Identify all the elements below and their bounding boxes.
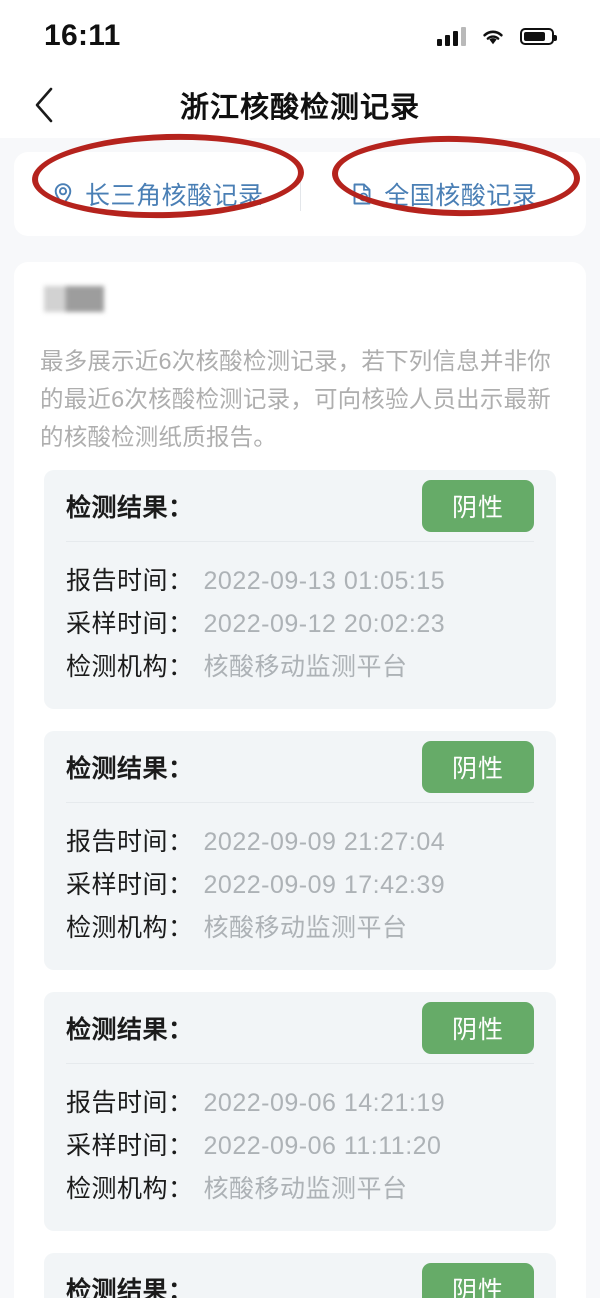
tab-label: 全国核酸记录 [384, 182, 538, 210]
notice-text: 最多展示近6次核酸检测记录，若下列信息并非你的最近6次核酸检测记录，可向核验人员… [40, 348, 551, 450]
sample-time-row: 采样时间： 2022-09-06 11:11:20 [66, 1125, 534, 1168]
nav-bar: 浙江核酸检测记录 [0, 72, 600, 138]
report-time-label: 报告时间： [66, 828, 194, 856]
institution-value: 核酸移动监测平台 [203, 914, 408, 942]
institution-label: 检测机构： [66, 1175, 194, 1203]
institution-label: 检测机构： [66, 653, 194, 681]
record-card[interactable]: 检测结果： 阴性 报告时间： 2022-09-06 14:21:19 采样时间：… [44, 992, 556, 1231]
institution-value: 核酸移动监测平台 [203, 653, 408, 681]
sample-time-label: 采样时间： [66, 1132, 194, 1160]
institution-row: 检测机构： 核酸移动监测平台 [66, 1168, 534, 1211]
result-label: 检测结果： [66, 1276, 194, 1298]
record-card[interactable]: 检测结果： 阴性 报告时间： 2022-09-09 21:27:04 采样时间：… [44, 731, 556, 970]
report-time-value: 2022-09-09 21:27:04 [203, 828, 446, 856]
document-search-icon [353, 183, 371, 205]
record-body: 报告时间： 2022-09-06 14:21:19 采样时间： 2022-09-… [66, 1064, 534, 1231]
record-card[interactable]: 检测结果： 阴性 报告时间： 2022-09-04 13:00:26 [44, 1253, 556, 1298]
report-time-label: 报告时间： [66, 567, 194, 595]
record-header: 检测结果： 阴性 [66, 992, 534, 1064]
record-body: 报告时间： 2022-09-09 21:27:04 采样时间： 2022-09-… [66, 803, 534, 970]
result-label: 检测结果： [66, 754, 194, 783]
status-badge: 阴性 [421, 1001, 534, 1054]
wifi-icon [480, 26, 506, 46]
status-badge: 阴性 [421, 1262, 534, 1298]
result-label: 检测结果： [66, 1015, 194, 1044]
page-title: 浙江核酸检测记录 [179, 92, 420, 124]
record-header: 检测结果： 阴性 [66, 470, 534, 542]
phone-screen: 16:11 浙江核酸检测记录 长三角核酸记录 全国核酸记录 最多展示近6次核酸检… [0, 0, 600, 1298]
institution-row: 检测机构： 核酸移动监测平台 [66, 907, 534, 950]
chevron-left-icon [35, 87, 53, 123]
record-header: 检测结果： 阴性 [66, 731, 534, 803]
report-time-row: 报告时间： 2022-09-09 21:27:04 [66, 821, 534, 864]
report-time-row: 报告时间： 2022-09-13 01:05:15 [66, 560, 534, 603]
sample-time-label: 采样时间： [66, 871, 194, 899]
report-time-value: 2022-09-06 14:21:19 [203, 1089, 446, 1117]
result-label: 检测结果： [66, 493, 194, 522]
sample-time-value: 2022-09-06 11:11:20 [203, 1132, 442, 1160]
sample-time-value: 2022-09-12 20:02:23 [203, 610, 446, 638]
sample-time-row: 采样时间： 2022-09-09 17:42:39 [66, 864, 534, 907]
location-pin-icon [54, 183, 72, 206]
tab-label: 长三角核酸记录 [84, 182, 264, 210]
signal-bars-icon [437, 26, 466, 46]
record-card[interactable]: 检测结果： 阴性 报告时间： 2022-09-13 01:05:15 采样时间：… [44, 470, 556, 709]
redacted-user-name [44, 286, 104, 312]
report-time-value: 2022-09-13 01:05:15 [203, 567, 446, 595]
status-icons [437, 26, 557, 46]
report-time-label: 报告时间： [66, 1089, 194, 1117]
sample-time-label: 采样时间： [66, 610, 194, 638]
status-badge: 阴性 [421, 479, 534, 532]
page-body: 长三角核酸记录 全国核酸记录 最多展示近6次核酸检测记录，若下列信息并非你的最近… [0, 130, 600, 1298]
status-time: 16:11 [44, 19, 121, 52]
tab-national-records[interactable]: 全国核酸记录 [301, 152, 587, 236]
institution-value: 核酸移动监测平台 [203, 1175, 408, 1203]
battery-icon [520, 27, 557, 45]
record-header: 检测结果： 阴性 [66, 1253, 534, 1298]
tab-yangtze-delta-records[interactable]: 长三角核酸记录 [14, 152, 300, 236]
back-button[interactable] [24, 85, 64, 125]
status-badge: 阴性 [421, 740, 534, 793]
institution-row: 检测机构： 核酸移动监测平台 [66, 646, 534, 689]
institution-label: 检测机构： [66, 914, 194, 942]
status-bar: 16:11 [0, 0, 600, 72]
tab-bar: 长三角核酸记录 全国核酸记录 [14, 130, 587, 236]
sample-time-row: 采样时间： 2022-09-12 20:02:23 [66, 603, 534, 646]
record-body: 报告时间： 2022-09-13 01:05:15 采样时间： 2022-09-… [66, 542, 534, 709]
report-time-row: 报告时间： 2022-09-06 14:21:19 [66, 1082, 534, 1125]
records-panel: 最多展示近6次核酸检测记录，若下列信息并非你的最近6次核酸检测记录，可向核验人员… [14, 262, 586, 1298]
sample-time-value: 2022-09-09 17:42:39 [203, 871, 446, 899]
